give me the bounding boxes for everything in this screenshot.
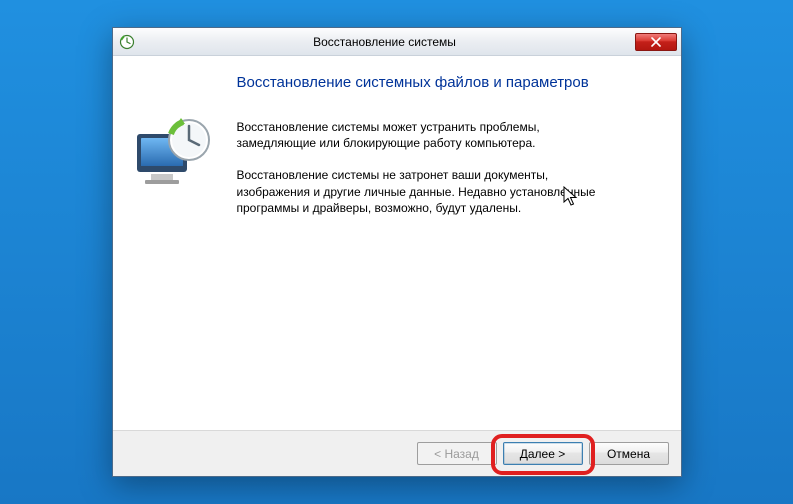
back-button: < Назад [417, 442, 497, 465]
system-restore-window: Восстановление системы [112, 27, 682, 477]
page-heading: Восстановление системных файлов и параме… [237, 74, 659, 91]
content-area: Восстановление системных файлов и параме… [113, 56, 681, 430]
restore-graphic-icon [131, 193, 221, 207]
graphic-column [131, 74, 231, 420]
titlebar: Восстановление системы [113, 28, 681, 56]
intro-paragraph-2: Восстановление системы не затронет ваши … [237, 167, 617, 216]
wizard-footer: < Назад Далее > Отмена [113, 430, 681, 476]
window-title: Восстановление системы [135, 35, 635, 49]
intro-paragraph-1: Восстановление системы может устранить п… [237, 119, 617, 151]
system-restore-icon [119, 34, 135, 50]
cancel-button[interactable]: Отмена [589, 442, 669, 465]
text-column: Восстановление системных файлов и параме… [231, 74, 659, 420]
close-button[interactable] [635, 33, 677, 51]
next-button[interactable]: Далее > [503, 442, 583, 465]
